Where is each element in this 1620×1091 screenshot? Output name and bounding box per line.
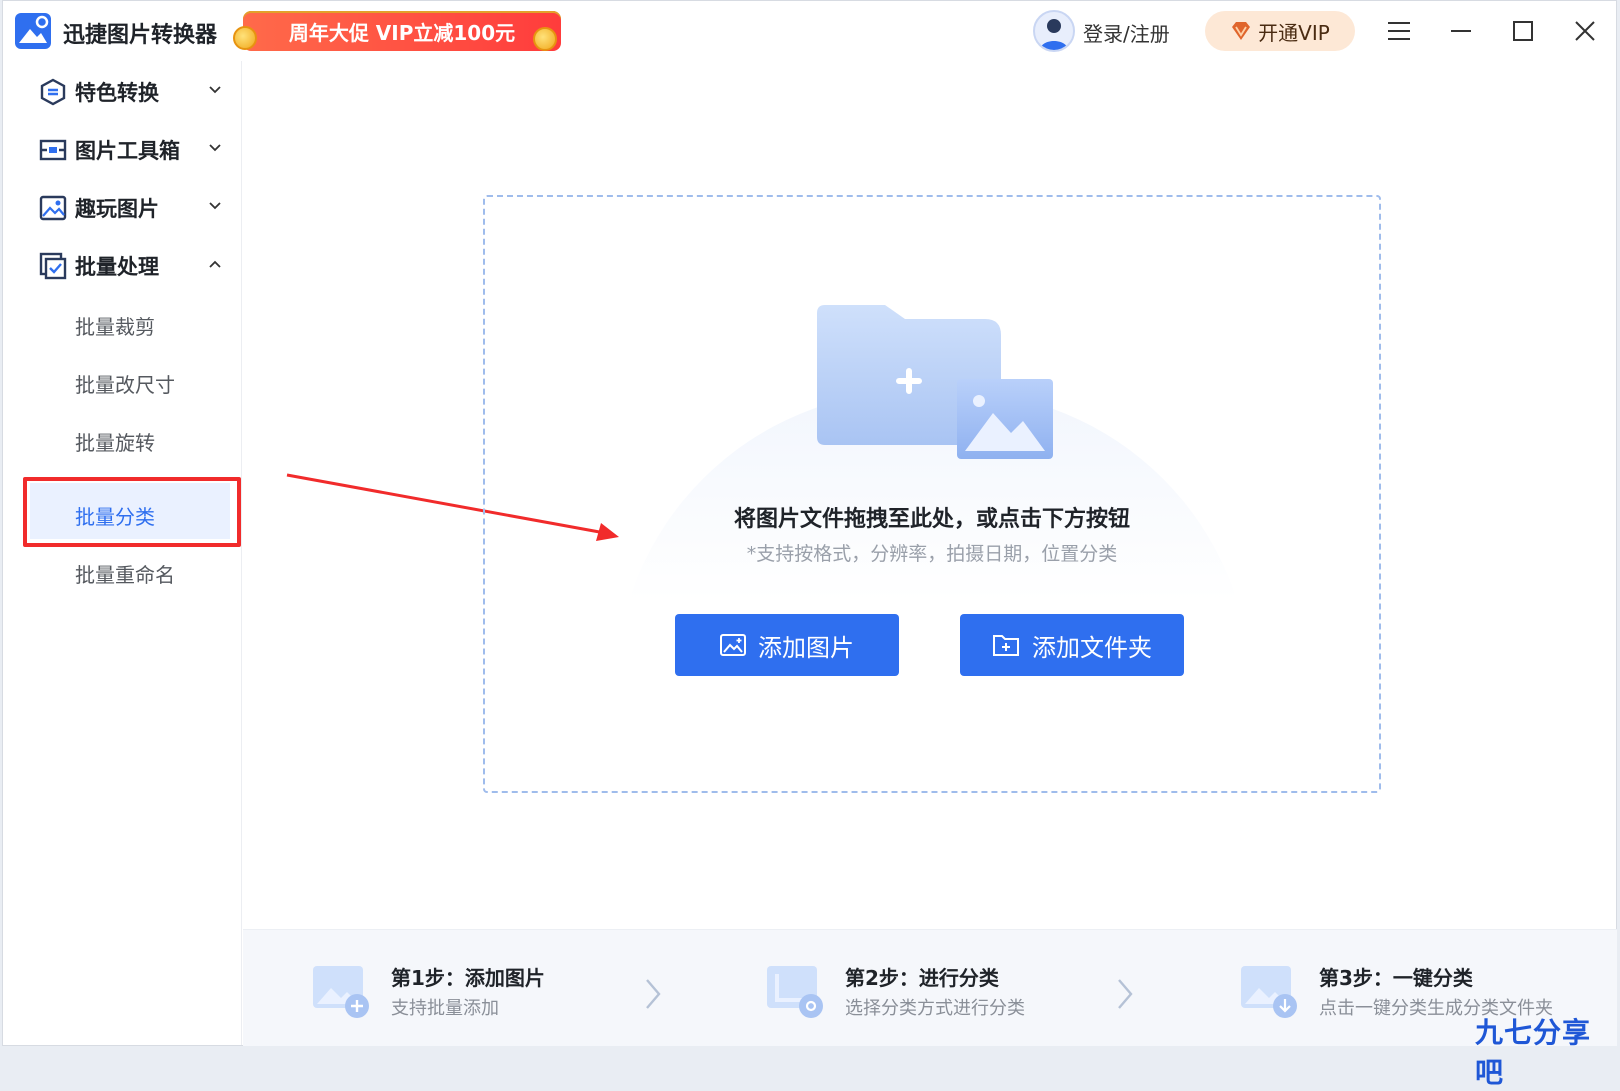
sidebar-item-batch-rotate[interactable]: 批量旋转	[75, 427, 155, 456]
coin-icon	[233, 26, 257, 50]
image-add-icon	[313, 966, 369, 1018]
coin-icon	[533, 27, 557, 51]
sidebar: 特色转换 图片工具箱 趣玩图片 批量处理 批量裁剪 批量改尺寸 批量旋转	[3, 61, 242, 1045]
app-title: 迅捷图片转换器	[63, 23, 218, 48]
convert-icon	[40, 78, 66, 106]
vip-button[interactable]: 开通VIP	[1205, 11, 1355, 51]
nav-group-special-convert[interactable]: 特色转换	[39, 72, 229, 112]
step-title: 第1步：添加图片	[391, 966, 545, 990]
nav-group-label: 特色转换	[75, 81, 159, 105]
close-button[interactable]	[1567, 13, 1603, 49]
title-bar: 迅捷图片转换器 周年大促 VIP立减100元 登录/注册 开通VIP	[3, 1, 1616, 61]
chevron-right-icon	[646, 979, 661, 1009]
nav-group-image-toolbox[interactable]: 图片工具箱	[39, 130, 229, 170]
vip-label: 开通VIP	[1258, 20, 1330, 45]
steps-bar: 第1步：添加图片 支持批量添加 第2步：进行分类 选择分类方式进行分类 第3步：…	[243, 929, 1617, 1046]
chevron-down-icon	[209, 86, 221, 94]
chevron-right-icon	[1118, 979, 1133, 1009]
avatar[interactable]	[1033, 10, 1075, 52]
maximize-button[interactable]	[1505, 13, 1541, 49]
add-folder-label: 添加文件夹	[1032, 633, 1152, 662]
hamburger-icon	[1388, 22, 1410, 40]
chevron-down-icon	[209, 144, 221, 152]
batch-icon	[39, 252, 67, 280]
add-folder-button[interactable]: 添加文件夹	[960, 614, 1184, 676]
login-link[interactable]: 登录/注册	[1083, 18, 1170, 47]
add-image-icon	[720, 634, 746, 656]
fun-image-icon	[39, 195, 67, 221]
user-icon	[1040, 19, 1068, 50]
step-title: 第2步：进行分类	[845, 966, 999, 990]
close-icon	[1575, 21, 1595, 41]
sidebar-item-batch-crop[interactable]: 批量裁剪	[75, 311, 155, 340]
promo-banner[interactable]: 周年大促 VIP立减100元	[243, 11, 561, 51]
add-image-button[interactable]: 添加图片	[675, 614, 899, 676]
step-desc: 支持批量添加	[391, 998, 499, 1019]
app-logo-icon	[15, 13, 51, 49]
dropzone-subtitle: *支持按格式，分辨率，拍摄日期，位置分类	[746, 543, 1118, 565]
minimize-button[interactable]	[1443, 13, 1479, 49]
nav-group-label: 批量处理	[75, 255, 159, 279]
dropzone[interactable]	[483, 195, 1381, 793]
add-folder-icon	[993, 635, 1019, 656]
dropzone-title: 将图片文件拖拽至此处，或点击下方按钮	[733, 507, 1130, 532]
toolbox-icon	[39, 139, 67, 161]
annotation-highlight-box	[23, 477, 241, 547]
sidebar-item-batch-resize[interactable]: 批量改尺寸	[75, 369, 175, 398]
add-image-label: 添加图片	[758, 633, 854, 662]
image-settings-icon	[767, 966, 823, 1018]
chevron-down-icon	[209, 202, 221, 210]
chevron-up-icon	[209, 260, 221, 268]
nav-group-label: 趣玩图片	[75, 197, 159, 221]
nav-group-batch-processing[interactable]: 批量处理	[39, 246, 229, 286]
step-title: 第3步：一键分类	[1319, 966, 1473, 990]
menu-button[interactable]	[1381, 13, 1417, 49]
maximize-icon	[1513, 21, 1533, 41]
folder-add-icon	[817, 305, 1053, 459]
nav-group-fun-images[interactable]: 趣玩图片	[39, 188, 229, 228]
diamond-icon	[1232, 22, 1251, 40]
app-window: 迅捷图片转换器 周年大促 VIP立减100元 登录/注册 开通VIP 特色转换 …	[2, 0, 1617, 1089]
step-desc: 选择分类方式进行分类	[845, 998, 1025, 1019]
watermark: 九七分享吧	[1475, 1016, 1592, 1089]
sidebar-item-batch-rename[interactable]: 批量重命名	[75, 559, 175, 588]
promo-text: 周年大促 VIP立减100元	[288, 20, 516, 45]
minimize-icon	[1451, 30, 1471, 32]
image-download-icon	[1241, 966, 1297, 1018]
nav-group-label: 图片工具箱	[75, 139, 180, 163]
